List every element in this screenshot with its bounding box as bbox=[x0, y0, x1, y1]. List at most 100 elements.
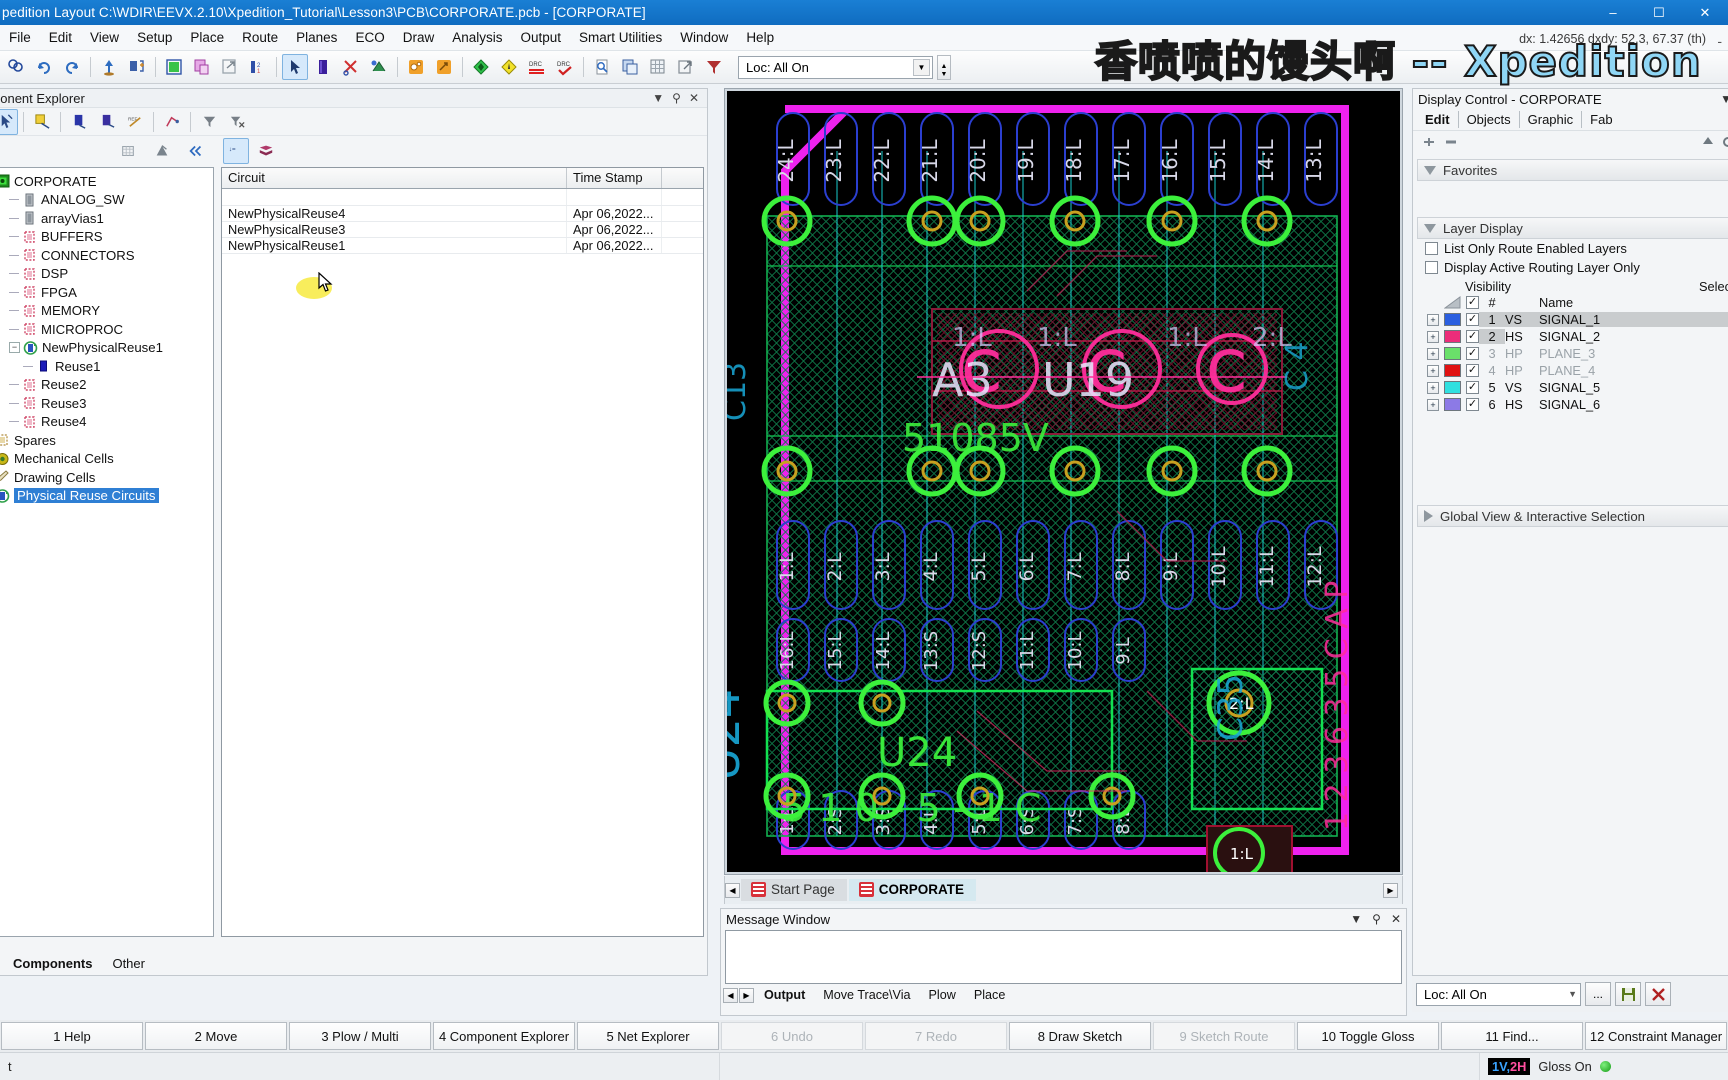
checkbox-display-active-routing-layer-only[interactable]: Display Active Routing Layer Only bbox=[1417, 258, 1728, 277]
layer-visibility-checkbox[interactable]: ✓ bbox=[1466, 398, 1479, 411]
export-icon[interactable] bbox=[217, 54, 243, 80]
layer-row-signal_6[interactable]: + ✓ 6 HS SIGNAL_6 bbox=[1417, 396, 1728, 413]
drc-icon[interactable]: DRC bbox=[524, 54, 550, 80]
find-icon[interactable] bbox=[3, 54, 29, 80]
up-arrow-icon[interactable] bbox=[96, 54, 122, 80]
menu-item-eco[interactable]: ECO bbox=[346, 27, 393, 48]
menu-item-view[interactable]: View bbox=[81, 27, 128, 48]
function-key-11-find-[interactable]: 11 Find... bbox=[1441, 1022, 1583, 1050]
layer-row-signal_5[interactable]: + ✓ 5 VS SIGNAL_5 bbox=[1417, 379, 1728, 396]
function-key-10-toggle-gloss[interactable]: 10 Toggle Gloss bbox=[1297, 1022, 1439, 1050]
sort-icon[interactable]: ↓= bbox=[223, 138, 249, 164]
extract-icon[interactable] bbox=[673, 54, 699, 80]
menu-item-file[interactable]: File bbox=[0, 27, 40, 48]
pin-icon[interactable]: ⚲ bbox=[672, 91, 681, 105]
checkbox-list-only-route-enabled-layers[interactable]: List Only Route Enabled Layers bbox=[1417, 239, 1728, 258]
tree-item-connectors[interactable]: CONNECTORS bbox=[0, 246, 213, 265]
doc-tabs-prev-button[interactable]: ◀ bbox=[725, 882, 740, 898]
tree-item-reuse1[interactable]: Reuse1 bbox=[0, 357, 213, 376]
settings-small-icon[interactable] bbox=[1721, 135, 1728, 149]
layer-color-swatch[interactable] bbox=[1444, 364, 1461, 377]
layer-expand-button[interactable]: + bbox=[1427, 330, 1439, 343]
layer-color-swatch[interactable] bbox=[1444, 347, 1461, 360]
cross-probe-icon[interactable] bbox=[29, 109, 55, 135]
green-diamond-icon[interactable] bbox=[468, 54, 494, 80]
reuse-book-icon[interactable] bbox=[253, 138, 279, 164]
tab-graphic[interactable]: Graphic bbox=[1518, 111, 1582, 128]
chevron-down-icon[interactable]: ▼ bbox=[913, 58, 930, 76]
tree-item-microproc[interactable]: MICROPROC bbox=[0, 320, 213, 339]
menu-item-analysis[interactable]: Analysis bbox=[443, 27, 511, 48]
collapse-icon[interactable] bbox=[183, 138, 209, 164]
message-tab-output[interactable]: Output bbox=[755, 986, 814, 1004]
ref-des-icon[interactable]: REF bbox=[122, 109, 148, 135]
scatter-icon[interactable] bbox=[149, 138, 175, 164]
save-icon[interactable] bbox=[1615, 982, 1641, 1006]
function-key-2-move[interactable]: 2 Move bbox=[145, 1022, 287, 1050]
tab-fab[interactable]: Fab bbox=[1581, 111, 1620, 128]
zoom-page-icon[interactable] bbox=[589, 54, 615, 80]
up-arrow-small-icon[interactable] bbox=[1701, 135, 1715, 149]
tree-item-reuse2[interactable]: Reuse2 bbox=[0, 376, 213, 395]
layer-visibility-all-checkbox[interactable]: ✓ bbox=[1466, 296, 1479, 309]
layer-expand-button[interactable]: + bbox=[1427, 381, 1439, 394]
layer-visibility-checkbox[interactable]: ✓ bbox=[1466, 381, 1479, 394]
filter-clear-icon[interactable] bbox=[224, 109, 250, 135]
menu-item-output[interactable]: Output bbox=[512, 27, 571, 48]
copy-paste-icon[interactable] bbox=[189, 54, 215, 80]
tree-item-arrayvias1[interactable]: arrayVias1 bbox=[0, 209, 213, 228]
grid-view-icon[interactable] bbox=[115, 138, 141, 164]
explorer-tab-other[interactable]: Other bbox=[102, 954, 155, 975]
section-global-view[interactable]: Global View & Interactive Selection bbox=[1417, 505, 1728, 527]
add-icon[interactable] bbox=[1421, 135, 1437, 149]
layer-row-signal_1[interactable]: + ✓ 1 VS SIGNAL_1 bbox=[1417, 311, 1728, 328]
msg-tabs-next-button[interactable]: ▶ bbox=[739, 987, 754, 1003]
menu-item-planes[interactable]: Planes bbox=[287, 27, 346, 48]
tree-item-corporate[interactable]: CORPORATE bbox=[0, 172, 213, 191]
column-header-circuit[interactable]: Circuit bbox=[222, 168, 567, 188]
tree-item-fpga[interactable]: FPGA bbox=[0, 283, 213, 302]
layer-expand-button[interactable]: + bbox=[1427, 313, 1439, 326]
layer-expand-button[interactable]: + bbox=[1427, 364, 1439, 377]
toolbar-loc-combo[interactable]: Loc: All On ▼ bbox=[738, 55, 933, 79]
layers-2-icon[interactable]: 21 bbox=[245, 54, 271, 80]
layer-row-plane_4[interactable]: + ✓ 4 HP PLANE_4 bbox=[1417, 362, 1728, 379]
chevron-down-icon[interactable]: ▼ bbox=[1568, 989, 1577, 999]
section-layer-display[interactable]: Layer Display bbox=[1417, 217, 1728, 239]
function-key-5-net-explorer[interactable]: 5 Net Explorer bbox=[577, 1022, 719, 1050]
grid-icon[interactable] bbox=[645, 54, 671, 80]
doc-tabs-next-button[interactable]: ▶ bbox=[1383, 882, 1398, 898]
reuse-orange-icon[interactable] bbox=[403, 54, 429, 80]
tree-item-memory[interactable]: MEMORY bbox=[0, 302, 213, 321]
checkbox-box[interactable] bbox=[1425, 261, 1438, 274]
layer-color-swatch[interactable] bbox=[1444, 398, 1461, 411]
filter-icon[interactable] bbox=[701, 54, 727, 80]
tree-item-drawing-cells[interactable]: Drawing Cells bbox=[0, 468, 213, 487]
undo-icon[interactable] bbox=[31, 54, 57, 80]
function-key-3-plow-multi[interactable]: 3 Plow / Multi bbox=[289, 1022, 431, 1050]
column-header-time-stamp[interactable]: Time Stamp bbox=[567, 168, 662, 188]
close-button[interactable]: ✕ bbox=[1682, 0, 1728, 25]
message-window-content[interactable] bbox=[725, 930, 1402, 984]
checkbox-box[interactable] bbox=[1425, 242, 1438, 255]
table-row[interactable]: NewPhysicalReuse1 Apr 06,2022... bbox=[222, 238, 703, 254]
function-key-12-constraint-manager[interactable]: 12 Constraint Manager bbox=[1585, 1022, 1727, 1050]
tree-item-physical-reuse-circuits[interactable]: Physical Reuse Circuits bbox=[0, 487, 213, 506]
function-key-8-draw-sketch[interactable]: 8 Draw Sketch bbox=[1009, 1022, 1151, 1050]
minimize-button[interactable]: – bbox=[1590, 0, 1636, 25]
menu-item-place[interactable]: Place bbox=[181, 27, 233, 48]
plow-icon[interactable] bbox=[366, 54, 392, 80]
message-tab-move-trace-via[interactable]: Move Trace\Via bbox=[814, 986, 919, 1004]
close-icon[interactable]: ✕ bbox=[689, 91, 699, 105]
explorer-tab-components[interactable]: Components bbox=[3, 954, 102, 975]
chevron-down-icon[interactable]: ▼ bbox=[1720, 92, 1728, 106]
layer-color-swatch[interactable] bbox=[1444, 313, 1461, 326]
menu-item-window[interactable]: Window bbox=[671, 27, 737, 48]
chevron-down-icon[interactable]: ▼ bbox=[1350, 912, 1362, 926]
pin-icon[interactable]: ⚲ bbox=[1372, 912, 1381, 926]
layer-row-signal_2[interactable]: + ✓ 2 HS SIGNAL_2 bbox=[1417, 328, 1728, 345]
loc-options-button[interactable]: ... bbox=[1585, 982, 1611, 1006]
layer-visibility-checkbox[interactable]: ✓ bbox=[1466, 364, 1479, 377]
mdi-minimize-button[interactable]: - bbox=[1717, 33, 1722, 49]
tab-objects[interactable]: Objects bbox=[1457, 111, 1519, 128]
